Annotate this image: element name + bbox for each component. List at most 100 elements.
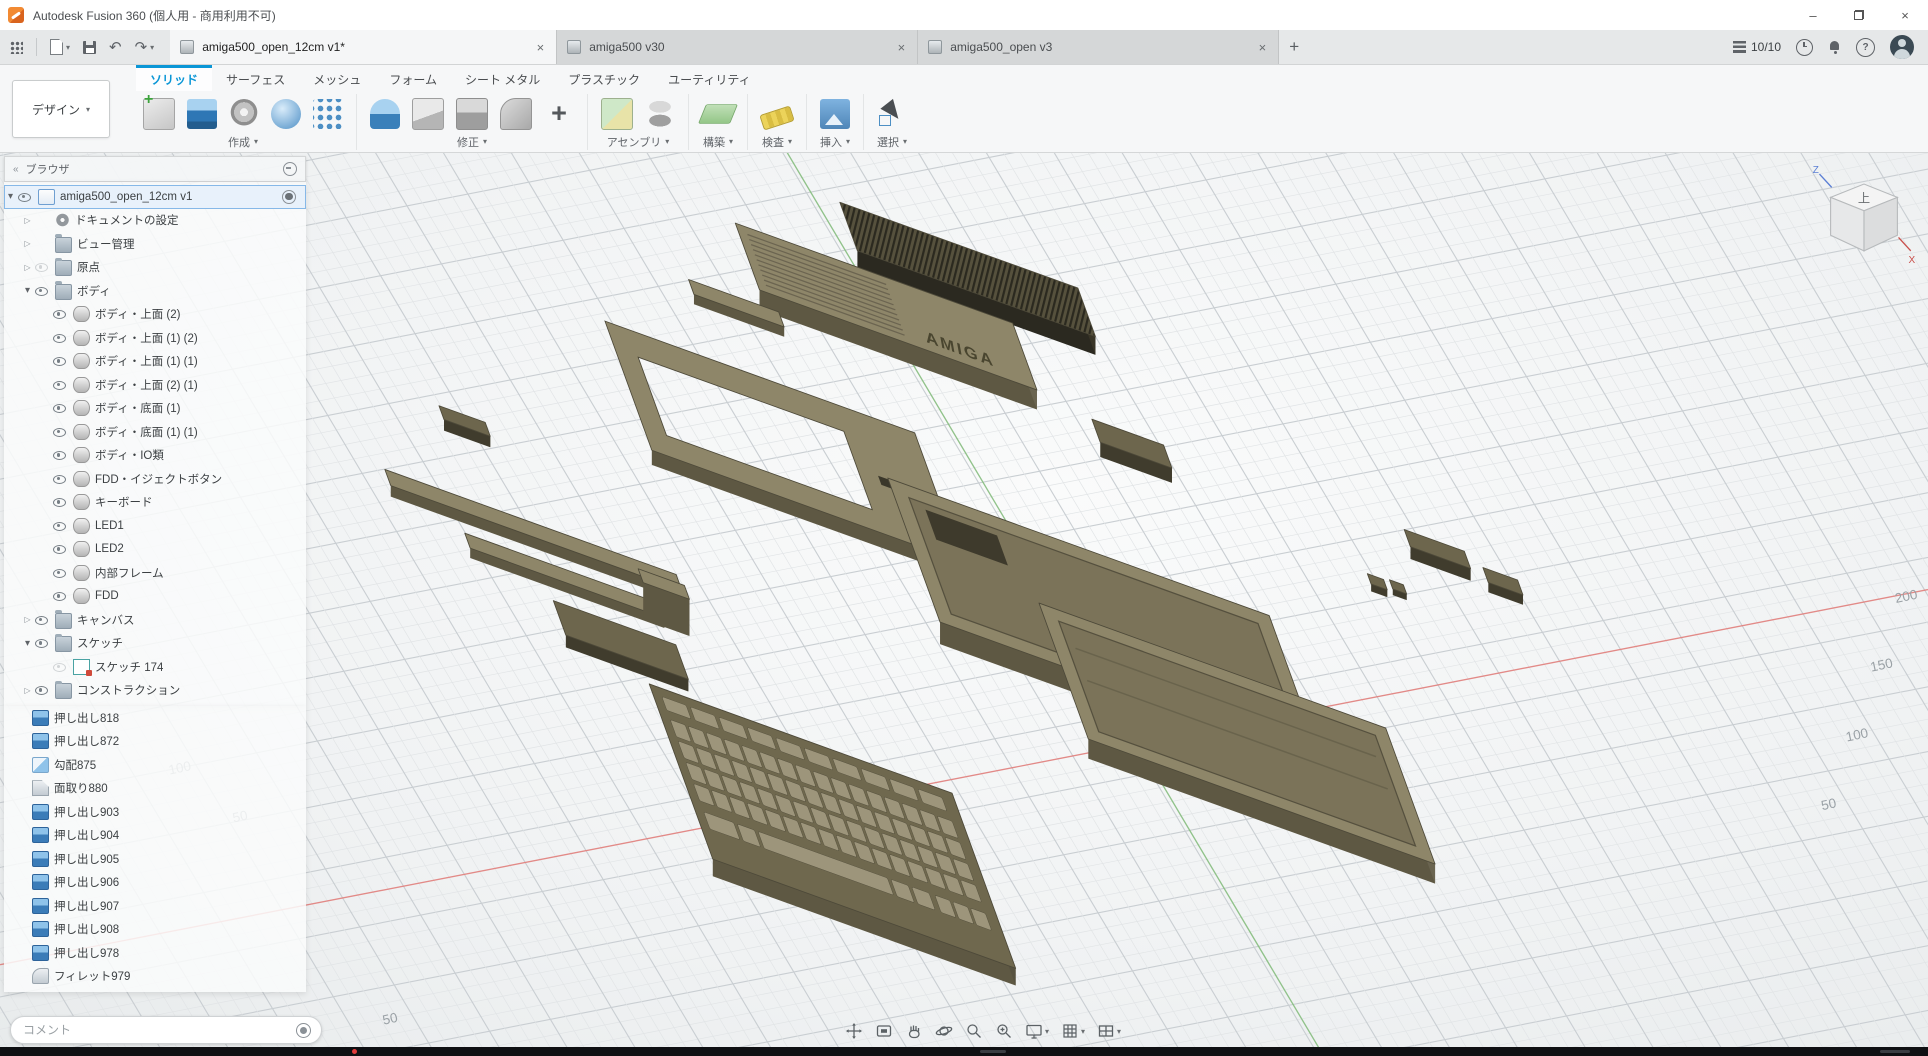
construction-plane-icon[interactable] (698, 104, 738, 124)
fillet-tool-icon[interactable] (500, 98, 532, 130)
browser-tree-row[interactable]: 内部フレーム (4, 561, 306, 585)
document-tab[interactable]: amiga500 v30 × (557, 30, 918, 64)
visibility-eye-icon[interactable] (52, 472, 67, 486)
close-button[interactable]: × (1882, 0, 1928, 30)
browser-tree-row[interactable]: ボディ・IO類 (4, 444, 306, 468)
help-icon[interactable] (1856, 38, 1875, 57)
notifications-bell-icon[interactable] (1828, 40, 1841, 54)
joint-icon[interactable] (645, 99, 675, 129)
browser-tree-row[interactable]: キャンバス (4, 608, 306, 632)
tab-close-icon[interactable]: × (535, 40, 547, 55)
document-tab[interactable]: amiga500_open v3 × (918, 30, 1279, 64)
insert-menu-button[interactable]: 挿入▾ (820, 133, 850, 150)
app-launcher-icon[interactable] (10, 41, 23, 54)
disclosure-icon[interactable] (21, 239, 34, 248)
display-settings-button[interactable]: ▾ (1022, 1019, 1052, 1043)
inner-frame-bar-a[interactable] (385, 469, 682, 601)
feature-row[interactable]: 面取り880 (4, 777, 306, 801)
feature-row[interactable]: 押し出し908 (4, 918, 306, 942)
sweep-icon[interactable] (271, 99, 301, 129)
model-exploded-parts[interactable]: AMIGA (385, 202, 1523, 985)
browser-tree-row[interactable]: LED2 (4, 538, 306, 562)
visibility-eye-icon[interactable] (52, 401, 67, 415)
visibility-eye-icon[interactable] (34, 683, 49, 697)
disclosure-icon[interactable] (21, 285, 34, 296)
new-component-icon[interactable] (143, 98, 175, 130)
disclosure-icon[interactable] (21, 263, 34, 272)
feature-row[interactable]: 押し出し978 (4, 941, 306, 965)
orbit-tool-icon[interactable] (932, 1019, 956, 1043)
feature-row[interactable]: 押し出し906 (4, 871, 306, 895)
browser-tree-row[interactable]: ボディ・底面 (1) (1) (4, 420, 306, 444)
file-menu-button[interactable]: ▾ (50, 39, 70, 55)
visibility-eye-icon[interactable] (52, 378, 67, 392)
disclosure-icon[interactable] (21, 686, 34, 695)
tab-close-icon[interactable]: × (896, 40, 908, 55)
visibility-eye-icon[interactable] (34, 284, 49, 298)
feature-row[interactable]: 押し出し907 (4, 894, 306, 918)
browser-tree-row[interactable]: ボディ・上面 (1) (2) (4, 326, 306, 350)
feature-row[interactable]: 押し出し818 (4, 706, 306, 730)
visibility-eye-icon[interactable] (52, 519, 67, 533)
browser-tree-row[interactable]: LED1 (4, 514, 306, 538)
ribbon-tab[interactable]: ユーティリティ (654, 65, 765, 91)
pattern-icon[interactable] (313, 99, 343, 129)
visibility-eye-icon[interactable] (52, 542, 67, 556)
pan-tool-icon[interactable] (842, 1019, 866, 1043)
tab-close-icon[interactable]: × (1257, 40, 1269, 55)
ribbon-tab[interactable]: サーフェス (212, 65, 299, 91)
disclosure-icon[interactable] (21, 615, 34, 624)
construct-menu-button[interactable]: 構築▾ (703, 133, 733, 150)
visibility-eye-icon[interactable] (52, 660, 67, 674)
ribbon-tab[interactable]: フォーム (375, 65, 451, 91)
new-component-assembly-icon[interactable] (601, 98, 633, 130)
browser-tree-row[interactable]: スケッチ (4, 632, 306, 656)
visibility-eye-icon[interactable] (34, 260, 49, 274)
look-at-icon[interactable] (962, 1019, 986, 1043)
viewcube[interactable]: Z 上 X (1808, 164, 1920, 282)
feature-row[interactable]: フィレット979 (4, 965, 306, 989)
extrude-icon[interactable] (187, 99, 217, 129)
document-tab[interactable]: amiga500_open_12cm v1* × (170, 30, 557, 64)
visibility-eye-icon[interactable] (52, 566, 67, 580)
visibility-eye-icon[interactable] (52, 495, 67, 509)
browser-tree-row[interactable]: ボディ・上面 (2) (4, 303, 306, 327)
save-icon[interactable] (83, 41, 96, 54)
comment-input[interactable] (21, 1022, 296, 1038)
viewports-button[interactable]: ▾ (1094, 1019, 1124, 1043)
feature-row[interactable]: 押し出し872 (4, 730, 306, 754)
browser-tree-row[interactable]: コンストラクション (4, 679, 306, 703)
activate-component-radio[interactable] (282, 190, 296, 204)
panel-options-icon[interactable] (283, 162, 297, 176)
visibility-eye-icon[interactable] (17, 190, 32, 204)
fit-view-icon[interactable] (872, 1019, 896, 1043)
create-menu-button[interactable]: 作成▾ (228, 133, 258, 150)
new-tab-button[interactable]: + (1279, 30, 1309, 64)
comment-submit-icon[interactable] (296, 1023, 311, 1038)
ribbon-tab[interactable]: シート メタル (451, 65, 554, 91)
design-workspace-button[interactable]: デザイン▾ (12, 80, 110, 138)
browser-tree-row[interactable]: FDD・イジェクトボタン (4, 467, 306, 491)
hand-pan-icon[interactable] (902, 1019, 926, 1043)
browser-tree-row[interactable]: ビュー管理 (4, 232, 306, 256)
ribbon-tab[interactable]: プラスチック (554, 65, 654, 91)
tiny-part-a[interactable] (1367, 574, 1387, 598)
select-cursor-icon[interactable] (877, 99, 907, 129)
browser-tree-row[interactable]: ボディ・底面 (1) (4, 397, 306, 421)
shield-box[interactable] (1092, 419, 1172, 483)
browser-header[interactable]: « ブラウザ (4, 156, 306, 182)
browser-tree-row[interactable]: ドキュメントの設定 (4, 209, 306, 233)
connector-bar[interactable] (1404, 530, 1470, 581)
visibility-eye-icon[interactable] (52, 448, 67, 462)
ribbon-tab[interactable]: メッシュ (299, 65, 375, 91)
visibility-eye-icon[interactable] (52, 589, 67, 603)
inspect-menu-button[interactable]: 検査▾ (762, 133, 792, 150)
visibility-eye-icon[interactable] (52, 354, 67, 368)
browser-tree-row[interactable]: ボディ・上面 (2) (1) (4, 373, 306, 397)
disclosure-icon[interactable] (21, 638, 34, 649)
visibility-eye-icon[interactable] (34, 636, 49, 650)
visibility-eye-icon[interactable] (52, 425, 67, 439)
inner-frame-tab-b[interactable] (638, 569, 689, 636)
press-pull-icon[interactable] (370, 99, 400, 129)
modify-menu-button[interactable]: 修正▾ (457, 133, 487, 150)
